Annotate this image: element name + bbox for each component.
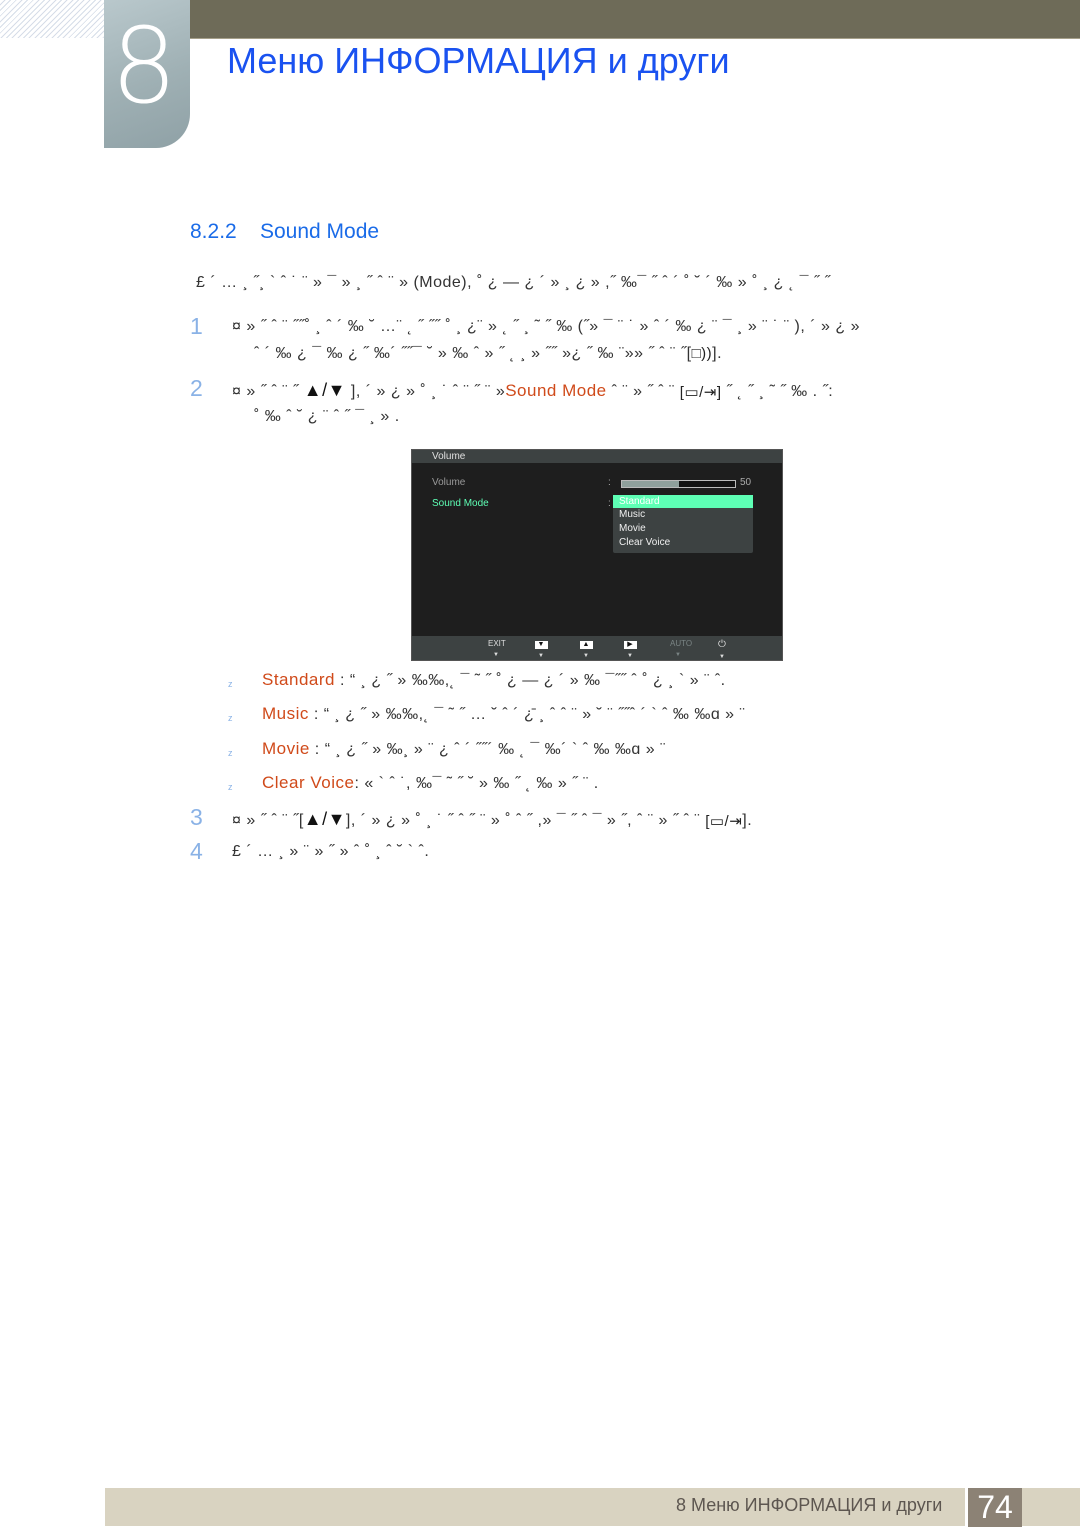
step-2-line-2: ˚ ‰ ˆ ˘ ¿ ¨ ˆ ˝ ¯ ¸ » . [254, 408, 400, 425]
source-enter-key-icon: [▭/⇥] [679, 383, 722, 401]
volume-value: 50 [740, 477, 752, 488]
mode-name: Music [262, 704, 309, 723]
sound-mode-dropdown[interactable]: Standard Music Movie Clear Voice [613, 495, 753, 553]
speaker-icon: □)) [691, 345, 713, 363]
step-2-line-1: ¤ » ˝ ˆ ¨ ˝ ▲/▼ ], ´ » ¿ » ˚ ¸ ˙ ˆ ¨ ˝ ¨… [232, 380, 833, 401]
step-3-text-b: ], ´ » ¿ » ˚ ¸ ˙ ˝ ˆ ˝ ¨ » ˚ ˆ ˝ ,» ¯ ˝ … [345, 812, 701, 829]
mode-text: : “ ¸ ¿ ˝ » ‰‰,˛ ¯ ˜ ˝ … ˘ ˆ ´ ¿̄ ¸ ˆ ˆ … [308, 706, 746, 723]
arrow-down-icon: ▼ [538, 653, 544, 659]
step-number: 4 [190, 838, 203, 864]
mode-desc-standard: Standard : “ ¸ ¿ ˝ » ‰‰,˛ ¯ ˜ ˝ ˚ ¿ — ¿ … [262, 670, 726, 690]
arrow-down-icon: ▼ [627, 653, 633, 659]
exit-label: EXIT [488, 639, 506, 648]
intro-mode-word: (Mode), [413, 274, 473, 291]
chapter-number: 8 [110, 5, 178, 127]
step-3-end: ]. [742, 812, 753, 829]
osd-header: Volume [412, 450, 782, 463]
section-title: Sound Mode [260, 220, 380, 243]
mode-text: : « ` ˆ ˙, ‰¯ ˜ ˝ ˘ » ‰ ˝ ˛ ‰ » ˝ ¨ . [354, 775, 599, 792]
source-enter-key-icon: [▭/⇥ [705, 812, 743, 830]
section-heading: 8.2.2 Sound Mode [190, 220, 379, 244]
mode-text: : “ ¸ ¿ ˝ » ‰¸ » ¨ ¿ ˆ ´ ˝˝´ ‰ ˛ ¯ ‰´ ` … [309, 741, 666, 758]
enter-button[interactable]: ▶ ▼ [622, 639, 638, 659]
osd-volume-colon: : [608, 477, 611, 488]
footer-chapter-title: 8 Меню ИНФОРМАЦИЯ и други [676, 1495, 943, 1515]
up-down-keys-icon: ▲/▼ [303, 809, 346, 829]
osd-button-bar: EXIT ▼ ▼ ▼ ▲ ▼ ▶ ▼ AUTO ▼ ⏻ ▼ [412, 636, 782, 660]
mode-desc-clear-voice: Clear Voice: « ` ˆ ˙, ‰¯ ˜ ˝ ˘ » ‰ ˝ ˛ ‰… [262, 773, 599, 793]
bullet-icon: z [228, 713, 233, 723]
intro-text-a: £ ´ … ¸ ˝¸ ` ˆ ˙ ¨ » ¯ » ¸ ˝ ˆ ¨ » [196, 274, 409, 291]
mode-name: Movie [262, 739, 310, 758]
arrow-down-icon: ▼ [675, 652, 681, 658]
intro-paragraph: £ ´ … ¸ ˝¸ ` ˆ ˙ ¨ » ¯ » ¸ ˝ ˆ ¨ » (Mode… [196, 274, 831, 292]
option-standard[interactable]: Standard [613, 495, 753, 508]
option-clear-voice[interactable]: Clear Voice [613, 536, 753, 550]
auto-button[interactable]: AUTO ▼ [670, 639, 692, 658]
option-movie[interactable]: Movie [613, 522, 753, 536]
step-3-text-a: ¤ » ˝ ˆ ¨ ˝[ [232, 812, 304, 829]
up-button[interactable]: ▲ ▼ [578, 639, 594, 659]
step-2-text-b: ], ´ » ¿ » ˚ ¸ ˙ ˆ ¨ ˝ ¨ » [350, 383, 506, 400]
step-1-end: ]. [712, 345, 723, 362]
step-2-text-a: ¤ » ˝ ˆ ¨ ˝ [232, 383, 299, 400]
step-number: 2 [190, 375, 203, 401]
bullet-icon: z [228, 748, 233, 758]
bullet-icon: z [228, 679, 233, 689]
step-number: 1 [190, 313, 203, 339]
arrow-down-icon: ▼ [583, 653, 589, 659]
arrow-down-icon: ▼ [493, 652, 499, 658]
osd-sound-mode-colon: : [608, 498, 611, 509]
mode-text: : “ ¸ ¿ ˝ » ‰‰,˛ ¯ ˜ ˝ ˚ ¿ — ¿ ´ » ‰ ¯˝˝… [335, 672, 726, 689]
step-3-line-1: ¤ » ˝ ˆ ¨ ˝[▲/▼], ´ » ¿ » ˚ ¸ ˙ ˝ ˆ ˝ ¨ … [232, 809, 752, 830]
option-music[interactable]: Music [613, 508, 753, 522]
up-arrow-icon: ▲ [579, 641, 593, 649]
bullet-icon: z [228, 782, 233, 792]
chapter-tab: 8 [104, 0, 190, 148]
decorative-hatch [0, 0, 104, 38]
mode-name: Standard [262, 670, 335, 689]
footer-band-right [1022, 1488, 1080, 1526]
arrow-down-icon: ▼ [719, 654, 725, 660]
auto-label: AUTO [670, 639, 693, 648]
step-2-text-end: ˝ ˛ ˝ ¸ ˜ ˝ ‰ . ˝: [726, 383, 834, 400]
volume-slider-fill [622, 481, 679, 487]
osd-menu: Volume Volume : 50 Sound Mode : Standard… [411, 449, 783, 661]
mode-name: Clear Voice [262, 773, 355, 792]
power-button[interactable]: ⏻ ▼ [714, 639, 730, 660]
mode-desc-music: Music : “ ¸ ¿ ˝ » ‰‰,˛ ¯ ˜ ˝ … ˘ ˆ ´ ¿̄ … [262, 704, 745, 724]
right-arrow-icon: ▶ [623, 641, 637, 649]
chapter-title: Меню ИНФОРМАЦИЯ и други [227, 40, 730, 81]
step-1-text: ˆ ´ ‰ ¿ ¯ ‰ ¿ ˝ ‰´ ˝˝¯ ˘ » ‰ ˆ » ˝ ˛ ¸ »… [254, 345, 692, 362]
power-icon: ⏻ [718, 639, 726, 650]
up-down-keys-icon: ▲/▼ [303, 380, 346, 400]
down-arrow-icon: ▼ [534, 641, 548, 649]
osd-volume-label: Volume [432, 477, 466, 488]
step-1-line-2: ˆ ´ ‰ ¿ ¯ ‰ ¿ ˝ ‰´ ˝˝¯ ˘ » ‰ ˆ » ˝ ˛ ¸ »… [254, 345, 722, 363]
step-4-line-1: £ ´ … ¸ » ¨ » ˝ » ˆ ˚ ¸ ˆ ˘ ` ˆ. [232, 843, 430, 860]
mode-desc-movie: Movie : “ ¸ ¿ ˝ » ‰¸ » ¨ ¿ ˆ ´ ˝˝´ ‰ ˛ ¯… [262, 739, 666, 759]
osd-sound-mode-label[interactable]: Sound Mode [432, 498, 489, 509]
sound-mode-highlight: Sound Mode [505, 381, 607, 400]
section-number: 8.2.2 [190, 220, 237, 243]
exit-button[interactable]: EXIT ▼ [488, 639, 506, 658]
page-number: 74 [968, 1488, 1022, 1527]
header-bar [190, 0, 1080, 39]
intro-text-b: ˚ ¿ — ¿ ´ » ¸ ¿ » ,˝ ‰¯ ˝ ˆ ´ ˚ ˘ ´ ‰ » … [477, 274, 831, 291]
step-2-text-c: ˆ ¨ » ˝ ˆ ¨ [611, 383, 675, 400]
step-number: 3 [190, 804, 203, 830]
volume-slider[interactable] [621, 480, 736, 488]
step-1-line-1: ¤ » ˝ ˆ ¨ ˝˝˚ ¸ ˆ ´ ‰ ˘ …¨ ˛ ˝ ˝˝ ˚ ¸ ¿¨… [232, 318, 860, 335]
down-button[interactable]: ▼ ▼ [533, 639, 549, 659]
